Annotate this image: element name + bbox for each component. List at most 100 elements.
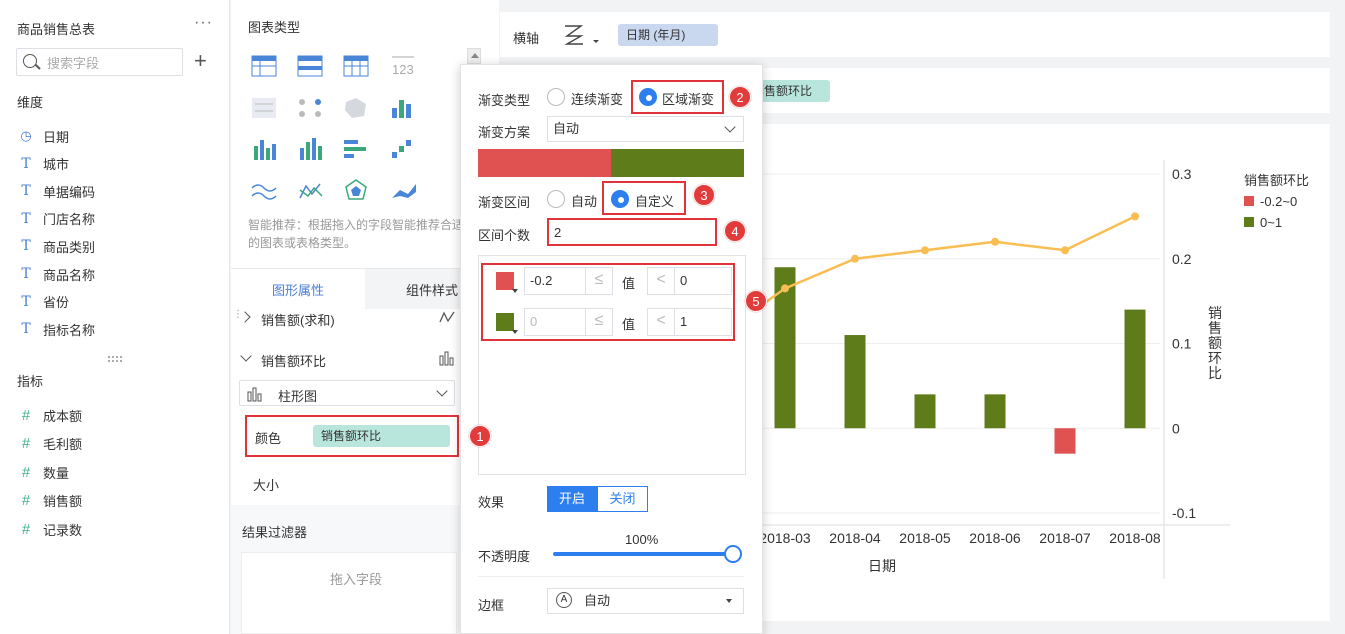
hash-icon: # [21,435,31,453]
border-select[interactable]: A 自动 [547,588,744,614]
legend-label: 0~1 [1260,215,1283,230]
field-item[interactable]: # 记录数 [17,519,82,539]
opacity-slider-handle[interactable] [724,545,742,563]
y-axis-title: 销售额环比 [1208,305,1222,381]
field-item[interactable]: # 毛利额 [17,434,82,454]
range-2-value-label: 值 [622,317,636,332]
effect-off-button[interactable]: 关闭 [597,486,648,512]
opacity-slider-track[interactable] [553,552,733,556]
color-attribute-row[interactable]: 颜色 销售额环比 [245,415,459,457]
filter-drop-area[interactable]: 拖入字段 [241,552,457,634]
radio-continuous-label: 连续渐变 [571,92,624,107]
field-item[interactable]: T 商品类别 [17,236,95,256]
chevron-down-icon [436,385,448,397]
chevron-down-icon [724,121,736,133]
range-1-color-picker[interactable] [496,272,518,293]
range-1-to-input[interactable]: 0 [674,267,732,295]
range-1-from-input[interactable]: -0.2 [524,267,586,295]
divider [478,576,744,577]
legend-swatch [1244,217,1254,227]
text-list-type-icon[interactable] [252,98,276,118]
attr-item-ratio[interactable]: 销售额环比 [261,351,326,370]
stacked-bar-type-icon[interactable] [392,100,411,118]
range-2-op1-select[interactable]: ≤ [585,308,613,336]
effect-on-button[interactable]: 开启 [547,486,597,512]
add-icon[interactable]: + [194,48,207,74]
line-chart-type-icon[interactable] [299,183,323,199]
field-label: 数量 [43,465,70,481]
field-item[interactable]: T 省份 [17,292,69,312]
dot-list-type-icon[interactable] [299,99,321,117]
count-label: 区间个数 [478,228,531,243]
axis-chart-type-icon[interactable] [563,24,603,48]
attr-item-sales[interactable]: 销售额(求和) [261,310,335,329]
tab-shape-attributes[interactable]: 图形属性 [231,269,365,309]
field-item[interactable]: T 门店名称 [17,209,95,229]
x-tick-label: 2018-06 [969,530,1021,546]
table-type-icon[interactable] [251,55,277,77]
x-axis-field-pill[interactable]: 日期 (年月) [618,24,718,46]
filter-title: 结果过滤器 [242,525,308,540]
field-label: 单据编码 [43,184,96,200]
line-point [1061,246,1069,255]
chart-config-panel: 图表类型 123 智能推荐：根据拖入的字段智能推荐合适的图表或表格类型。 图形属… [231,0,499,634]
scheme-select[interactable]: 自动 [547,116,744,142]
size-label[interactable]: 大小 [253,475,279,494]
field-label: 省份 [43,295,70,311]
drag-handle-icon[interactable] [108,356,122,362]
y-tick-label: -0.1 [1172,505,1196,521]
field-label: 指标名称 [43,322,96,338]
bar [844,335,866,429]
line-point [781,284,789,293]
bar-chart-type-icon[interactable] [254,140,276,160]
kpi-type-icon[interactable]: 123 [392,56,414,77]
range-2-op2-select[interactable]: < [647,308,675,336]
cross-table-type-icon[interactable] [297,55,323,77]
range-2-to-input[interactable]: 1 [674,308,732,336]
range-2-color-picker[interactable] [496,313,518,334]
chart-type-select[interactable]: 柱形图 [239,380,455,406]
map-type-icon[interactable] [345,98,366,118]
grouped-bar-type-icon[interactable] [300,138,322,160]
field-item[interactable]: # 成本额 [17,405,82,425]
field-item[interactable]: T 商品名称 [17,264,95,284]
line-point [921,246,929,255]
chevron-down-icon[interactable] [240,350,252,362]
bar [1054,428,1076,454]
x-axis-label: 横轴 [513,31,540,46]
line-type-icon [439,311,455,323]
gradient-type-label: 渐变类型 [478,93,531,108]
scroll-up-icon[interactable] [467,48,481,64]
field-item[interactable]: # 销售额 [17,491,82,511]
count-input[interactable]: 2 [547,218,717,246]
search-input[interactable] [47,53,177,73]
field-item[interactable]: ◷ 日期 [17,126,69,146]
text-type-icon: T [21,238,31,255]
range-1-op2-select[interactable]: < [647,267,675,295]
field-item[interactable]: T 单据编码 [17,181,95,201]
range-2-from-input[interactable]: 0 [524,308,586,336]
chart-types-title: 图表类型 [248,20,301,35]
radio-interval-custom[interactable] [611,190,629,208]
radio-region[interactable] [639,88,657,106]
search-box[interactable] [16,48,183,76]
radio-interval-auto[interactable] [547,190,565,208]
area-chart-type-icon[interactable] [251,184,277,200]
range-1-op1-select[interactable]: ≤ [585,267,613,295]
detail-table-type-icon[interactable] [343,55,369,77]
scheme-label: 渐变方案 [478,125,531,140]
color-field-pill[interactable]: 销售额环比 [313,425,450,447]
attribute-tabs: 图形属性 组件样式 [231,268,499,309]
field-item[interactable]: # 数量 [17,462,69,482]
range-area-type-icon[interactable] [392,184,416,198]
field-item[interactable]: T 指标名称 [17,319,95,339]
more-icon[interactable]: ··· [194,14,213,32]
color-label: 颜色 [255,431,282,446]
radar-chart-type-icon[interactable] [345,179,367,200]
field-item[interactable]: T 城市 [17,154,69,174]
horizontal-bar-type-icon[interactable] [344,140,366,158]
radio-continuous[interactable] [547,88,565,106]
scheme-preview [478,149,744,177]
waterfall-type-icon[interactable] [392,140,411,158]
bar [914,394,936,429]
